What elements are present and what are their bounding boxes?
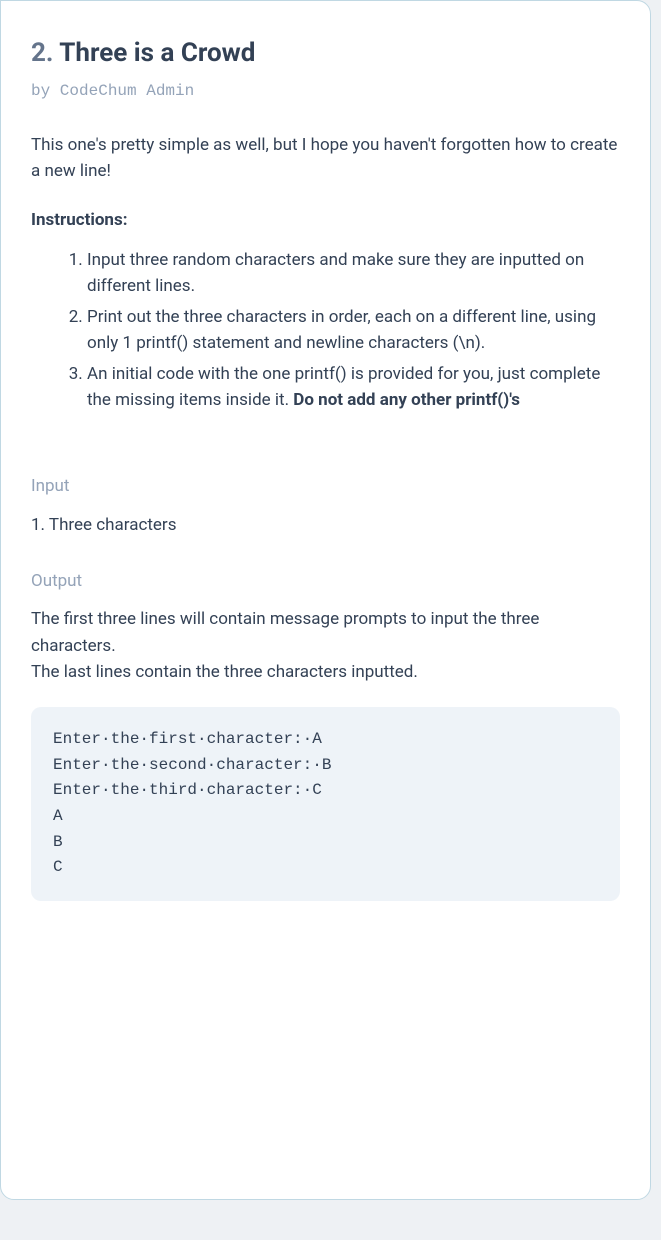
byline: by CodeChum Admin [31, 79, 620, 104]
instructions-label: Instructions: [31, 207, 620, 233]
intro-text: This one's pretty simple as well, but I … [31, 132, 620, 185]
output-desc-line2: The last lines contain the three charact… [31, 662, 418, 682]
input-desc: 1. Three characters [31, 512, 620, 538]
output-desc-line1: The first three lines will contain messa… [31, 609, 539, 655]
problem-title: 2. Three is a Crowd [31, 33, 620, 73]
instruction-emphasis: Do not add any other printf()'s [293, 390, 520, 410]
instructions-list: Input three random characters and make s… [31, 247, 620, 413]
sample-output-block: Enter·the·first·character:·A Enter·the·s… [31, 707, 620, 901]
instruction-item: An initial code with the one printf() is… [87, 361, 620, 414]
output-label: Output [31, 568, 620, 594]
instruction-item: Print out the three characters in order,… [87, 304, 620, 357]
input-label: Input [31, 473, 620, 499]
output-desc: The first three lines will contain messa… [31, 606, 620, 685]
problem-card: 2. Three is a Crowd by CodeChum Admin Th… [0, 0, 651, 1200]
page-wrap: 2. Three is a Crowd by CodeChum Admin Th… [0, 0, 661, 1240]
title-number: 2. [31, 38, 53, 68]
instruction-item: Input three random characters and make s… [87, 247, 620, 300]
title-text: Three is a Crowd [59, 38, 255, 68]
sample-output-text: Enter·the·first·character:·A Enter·the·s… [53, 730, 331, 876]
